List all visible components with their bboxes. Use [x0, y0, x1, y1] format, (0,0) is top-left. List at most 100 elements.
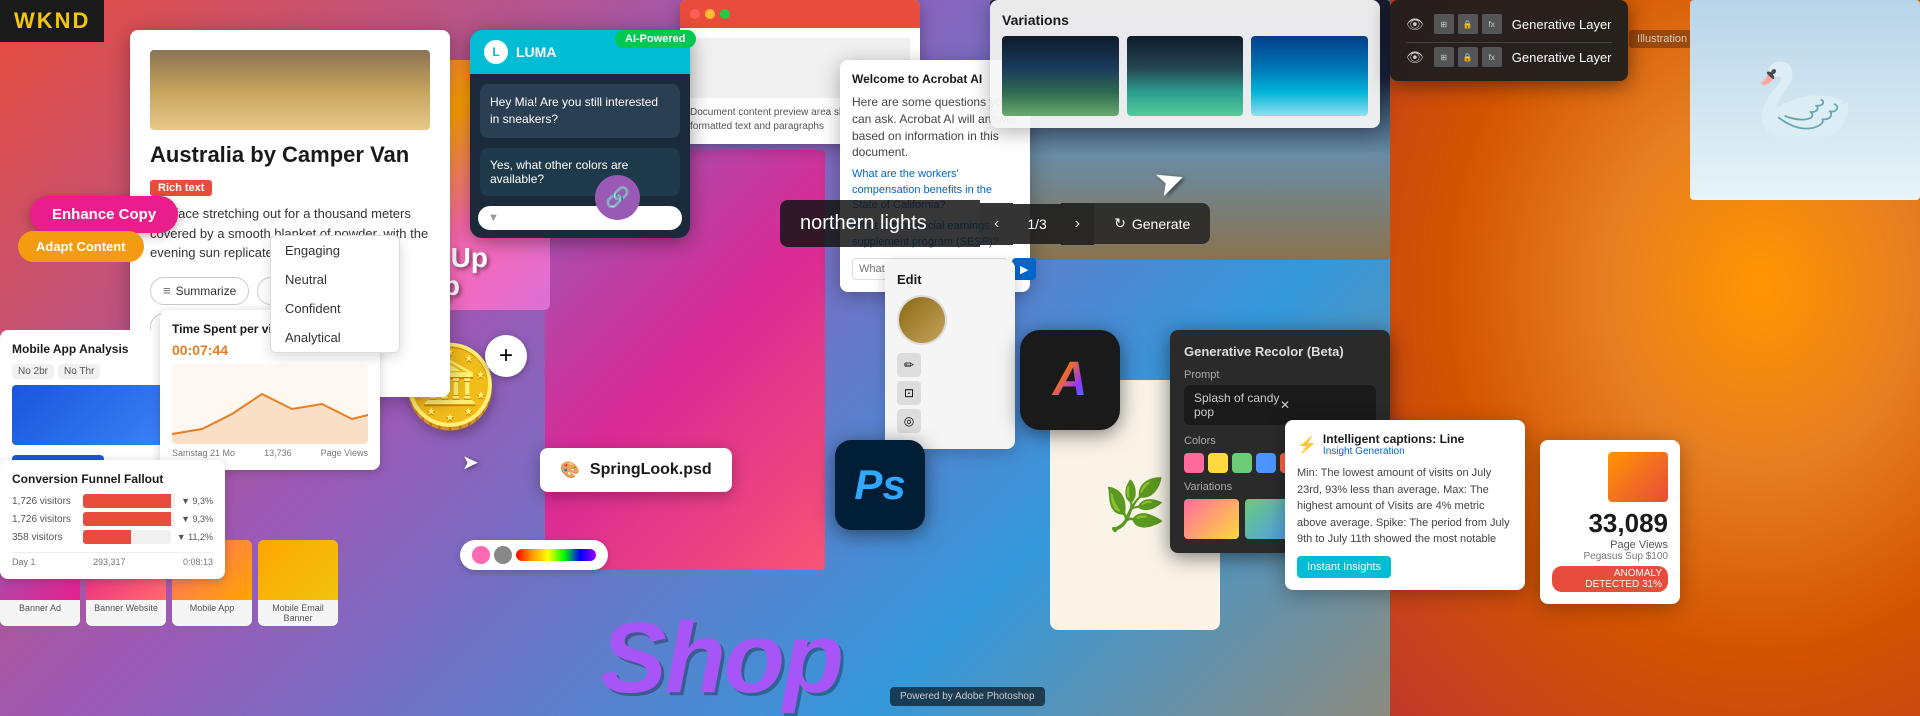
conversion-funnel-card: Conversion Funnel Fallout 1,726 visitors…	[0, 460, 225, 579]
funnel-delta-2: ▼ 9,3%	[181, 514, 213, 524]
tone-neutral[interactable]: Neutral	[271, 265, 399, 294]
prev-button[interactable]: ‹	[980, 203, 1013, 245]
analytics-title: Mobile App Analysis	[12, 342, 168, 356]
insights-title: Intelligent captions: Line	[1323, 432, 1464, 446]
variation-1[interactable]	[1002, 36, 1119, 116]
tone-engaging[interactable]: Engaging	[271, 236, 399, 265]
funnel-delta-3: ▼ 11,2%	[177, 532, 213, 542]
ps-label: Ps	[854, 461, 905, 509]
shop-text: Shop	[600, 601, 842, 716]
powered-by-label: Powered by Adobe Photoshop	[890, 687, 1045, 706]
insight-generation-label: Insight Generation	[1323, 446, 1464, 457]
color-dot-gray[interactable]	[494, 546, 512, 564]
filter-tag-2[interactable]: No Thr	[58, 364, 100, 379]
gen-layer-label-2: Generative Layer	[1512, 50, 1612, 65]
variations-title: Variations	[1002, 12, 1368, 28]
layer-icon-box[interactable]: ⊞	[1434, 14, 1454, 34]
funnel-row-3: 358 visitors ▼ 11,2%	[12, 530, 213, 544]
chart-labels: Samstag 21 Mo13,736Page Views	[172, 448, 368, 458]
photoshop-icon: Ps	[835, 440, 925, 530]
heal-tool[interactable]: ◎	[897, 409, 921, 433]
acrobat-send-button[interactable]: ▶	[1012, 258, 1036, 280]
funnel-label-2: 1,726 visitors	[12, 514, 77, 525]
funnel-row-2: 1,726 visitors ▼ 9,3%	[12, 512, 213, 526]
summarize-icon: ≡	[163, 283, 171, 298]
swatch-3[interactable]	[1232, 453, 1252, 473]
enhance-copy-button[interactable]: Enhance Copy	[30, 196, 178, 233]
page-counter: 1/3	[1013, 204, 1060, 244]
recolor-prompt-area: Splash of candy pop ✕	[1184, 385, 1376, 425]
tone-dropdown: Engaging Neutral Confident Analytical	[270, 235, 400, 353]
clear-prompt-button[interactable]: ✕	[1280, 398, 1366, 412]
gen-layer-label-1: Generative Layer	[1512, 17, 1612, 32]
generative-layer-panel: 👁 ⊞ 🔒 fx Generative Layer 👁 ⊞ 🔒 fx Gener…	[1390, 0, 1628, 81]
crop-tool[interactable]: ⊡	[897, 381, 921, 405]
search-input[interactable]	[780, 200, 980, 247]
variations-grid	[1002, 36, 1368, 116]
insights-icon: ⚡	[1297, 435, 1317, 455]
funnel-bar-1	[83, 494, 175, 508]
layer-icon-box-6[interactable]: fx	[1482, 47, 1502, 67]
northern-lights-search: ‹ 1/3 › ↻ Generate	[780, 200, 1210, 247]
wknd-logo: WKND	[0, 0, 104, 42]
minimize-dot	[705, 9, 715, 19]
gen-layer-row-2: 👁 ⊞ 🔒 fx Generative Layer	[1406, 42, 1612, 71]
spring-look-filename: SpringLook.psd	[590, 461, 712, 479]
shoe-image	[1608, 452, 1668, 502]
visibility-icon-2[interactable]: 👁	[1406, 49, 1424, 66]
luma-logo-text: LUMA	[516, 44, 556, 60]
metric-sublabel: Pegasus Sup $100	[1552, 551, 1668, 562]
swatch-1[interactable]	[1184, 453, 1204, 473]
swatch-4[interactable]	[1256, 453, 1276, 473]
variation-3[interactable]	[1251, 36, 1368, 116]
australia-title: Australia by Camper Van	[150, 142, 430, 168]
insights-header: ⚡ Intelligent captions: Line Insight Gen…	[1297, 432, 1513, 457]
spring-look-label: 🎨 SpringLook.psd	[540, 448, 732, 492]
funnel-delta-1: ▼ 9,3%	[181, 496, 213, 506]
recolor-title: Generative Recolor (Beta)	[1184, 344, 1376, 359]
file-icon: 🎨	[560, 460, 580, 480]
swatch-2[interactable]	[1208, 453, 1228, 473]
filter-tag[interactable]: No 2br	[12, 364, 54, 379]
add-button[interactable]: +	[485, 335, 527, 377]
recolor-var-1[interactable]	[1184, 499, 1239, 539]
edit-panel-title: Edit	[897, 272, 1003, 287]
color-gradient-strip[interactable]	[516, 549, 596, 561]
luma-logo-circle: L	[484, 40, 508, 64]
color-dot-pink[interactable]	[472, 546, 490, 564]
funnel-row-1: 1,726 visitors ▼ 9,3%	[12, 494, 213, 508]
close-dot	[690, 9, 700, 19]
banner-label-3: Mobile App	[172, 600, 252, 616]
layer-controls-1: ⊞ 🔒 fx	[1434, 14, 1502, 34]
tone-analytical[interactable]: Analytical	[271, 323, 399, 352]
metric-label: Page Views	[1552, 539, 1668, 551]
link-icon[interactable]: 🔗	[595, 175, 640, 220]
instant-insights-button[interactable]: Instant Insights	[1297, 556, 1391, 578]
luma-input-placeholder: ▼	[488, 212, 672, 224]
filter-row: No 2br No Thr	[12, 364, 168, 379]
luma-input-area: ▼	[478, 206, 682, 230]
brush-tool[interactable]: ✏	[897, 353, 921, 377]
layer-icon-box-3[interactable]: fx	[1482, 14, 1502, 34]
insights-body: Min: The lowest amount of visits on July…	[1297, 465, 1513, 548]
summarize-button[interactable]: ≡ Summarize	[150, 277, 249, 305]
variation-2[interactable]	[1127, 36, 1244, 116]
color-swatch-bar	[460, 540, 608, 570]
acrobat-header	[680, 0, 920, 28]
visibility-icon-1[interactable]: 👁	[1406, 16, 1424, 33]
rich-text-badge: Rich text	[150, 180, 212, 196]
layer-icon-box-4[interactable]: ⊞	[1434, 47, 1454, 67]
adapt-content-button[interactable]: Adapt Content	[18, 231, 144, 262]
layer-icon-box-5[interactable]: 🔒	[1458, 47, 1478, 67]
layer-controls-2: ⊞ 🔒 fx	[1434, 47, 1502, 67]
next-button[interactable]: ›	[1061, 203, 1094, 245]
layer-icon-box-2[interactable]: 🔒	[1458, 14, 1478, 34]
recolor-prompt-label: Prompt	[1184, 369, 1376, 381]
tone-confident[interactable]: Confident	[271, 294, 399, 323]
funnel-footer: Day 1293,3170:08:13	[12, 552, 213, 567]
adobe-icon: A	[1020, 330, 1120, 430]
luma-reply: Yes, what other colors are available?	[480, 148, 680, 196]
recolor-prompt-value: Splash of candy pop	[1194, 391, 1280, 419]
generate-button[interactable]: ↻ Generate	[1094, 203, 1210, 244]
variations-panel: Variations	[990, 0, 1380, 128]
